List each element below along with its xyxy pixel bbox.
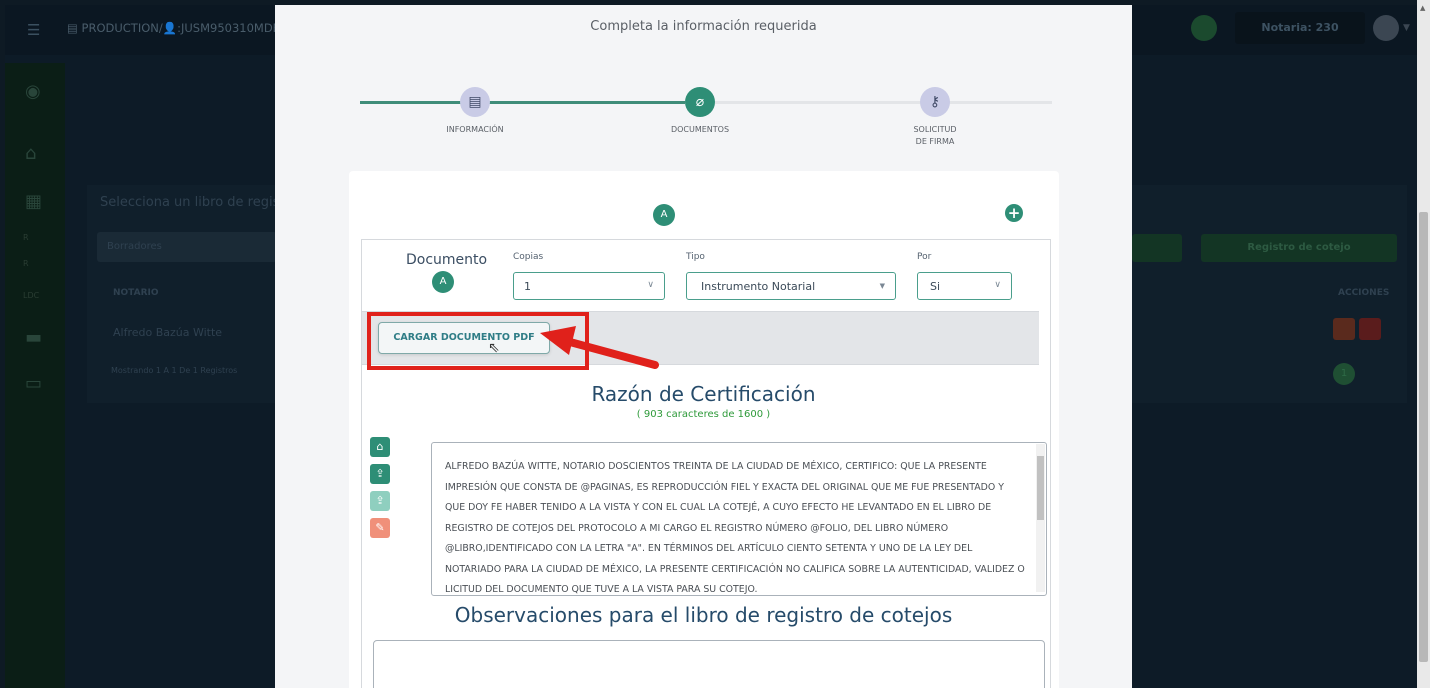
page-scrollbar[interactable]: ▲ (1417, 0, 1430, 688)
sidebar: ◉ ⌂ ▦ R R LDC ▬ ▭ (5, 63, 65, 688)
menu-icon[interactable]: ☰ (27, 21, 40, 39)
row-notario: Alfredo Bazúa Witte (113, 326, 223, 339)
document-badge: A (432, 271, 454, 293)
delete-action-button[interactable] (1359, 318, 1381, 340)
status-icon[interactable] (1191, 15, 1217, 41)
cloud-upload-icon[interactable]: ⇪ (370, 491, 390, 511)
document-tab-a[interactable]: A (653, 204, 675, 226)
avatar[interactable] (1373, 15, 1399, 41)
stepper-line-pending (715, 101, 1052, 104)
tipo-select[interactable]: Instrumento Notarial ▼ (686, 272, 896, 300)
copias-select[interactable]: 1 ∨ (513, 272, 665, 300)
app-frame: ☰ ▤ PRODUCTION/👤:JUSM950310MDF Notaria: … (5, 5, 1417, 688)
step-label-documentos: DOCUMENTOS (670, 125, 730, 134)
scrollbar-thumb[interactable] (1419, 212, 1428, 662)
step-solicitud-firma[interactable]: ⚷ (920, 87, 950, 117)
showing-records-text: Mostrando 1 A 1 De 1 Registros (111, 366, 238, 375)
step-label-informacion: INFORMACIÓN (446, 125, 504, 134)
bank-icon[interactable]: ⌂ (370, 437, 390, 457)
column-header-notario: NOTARIO (113, 288, 159, 298)
card-icon[interactable]: ▭ (25, 373, 42, 394)
pencil-icon[interactable]: ✎ (370, 518, 390, 538)
list-icon: ▤ (67, 21, 82, 35)
edit-action-button[interactable] (1333, 318, 1355, 340)
step-documentos[interactable]: ⌀ (685, 87, 715, 117)
notaria-badge: Notaria: 230 (1235, 12, 1365, 44)
step-label-solicitud-firma: SOLICITUD DE FIRMA (913, 125, 957, 146)
modal-title: Completa la información requerida (590, 19, 817, 34)
certificacion-textarea[interactable]: ALFREDO BAZÚA WITTE, NOTARIO DOSCIENTOS … (431, 442, 1047, 596)
background-green-button[interactable] (1132, 234, 1182, 262)
sidebar-small-label: LDC (23, 291, 40, 300)
step-informacion[interactable]: ▤ (460, 87, 490, 117)
chevron-down-icon: ∨ (647, 280, 654, 290)
por-label: Por (917, 252, 932, 262)
key-icon: ⚷ (929, 94, 941, 110)
sidebar-small-label: R (23, 259, 29, 268)
filter-input[interactable]: Borradores (97, 232, 277, 262)
chevron-down-icon[interactable]: ▼ (1403, 23, 1410, 33)
archive-icon[interactable]: ▬ (25, 327, 42, 348)
modal-dialog: Completa la información requerida ▤ INFO… (275, 5, 1132, 688)
stepper-line-completed (360, 101, 685, 104)
user-icon: 👤 (162, 21, 178, 35)
cursor-icon: ⇖ (488, 340, 500, 356)
document-label: Documento (406, 252, 488, 268)
character-count: ( 903 caracteres de 1600 ) (636, 409, 771, 420)
tipo-label: Tipo (686, 252, 705, 262)
observaciones-title: Observaciones para el libro de registro … (454, 603, 953, 627)
plus-circle-icon[interactable]: + (1005, 204, 1023, 222)
files-icon[interactable]: ▦ (25, 191, 42, 212)
textarea-scrollbar[interactable] (1036, 444, 1045, 592)
home-icon[interactable]: ⌂ (25, 143, 36, 164)
pager-current-page[interactable]: 1 (1333, 363, 1355, 385)
select-book-heading: Selecciona un libro de regist (100, 195, 285, 210)
caret-down-icon: ▼ (879, 282, 885, 290)
paperclip-icon: ⌀ (695, 94, 705, 110)
logo-icon: ◉ (25, 81, 41, 102)
sidebar-small-label: R (23, 233, 29, 242)
red-highlight-annotation (367, 312, 589, 370)
por-select[interactable]: Si ∨ (917, 272, 1012, 300)
environment-path: ▤ PRODUCTION/👤:JUSM950310MDF (67, 21, 280, 35)
scroll-up-icon[interactable]: ▲ (1420, 4, 1425, 12)
column-header-acciones: ACCIONES (1338, 288, 1390, 298)
observaciones-input[interactable] (373, 640, 1045, 688)
registro-cotejo-button[interactable]: Registro de cotejo (1201, 234, 1397, 262)
certificacion-title: Razón de Certificación (591, 382, 816, 406)
document-icon: ▤ (468, 94, 482, 110)
copias-label: Copias (513, 252, 544, 262)
cloud-upload-icon[interactable]: ⇪ (370, 464, 390, 484)
chevron-down-icon: ∨ (994, 280, 1001, 290)
